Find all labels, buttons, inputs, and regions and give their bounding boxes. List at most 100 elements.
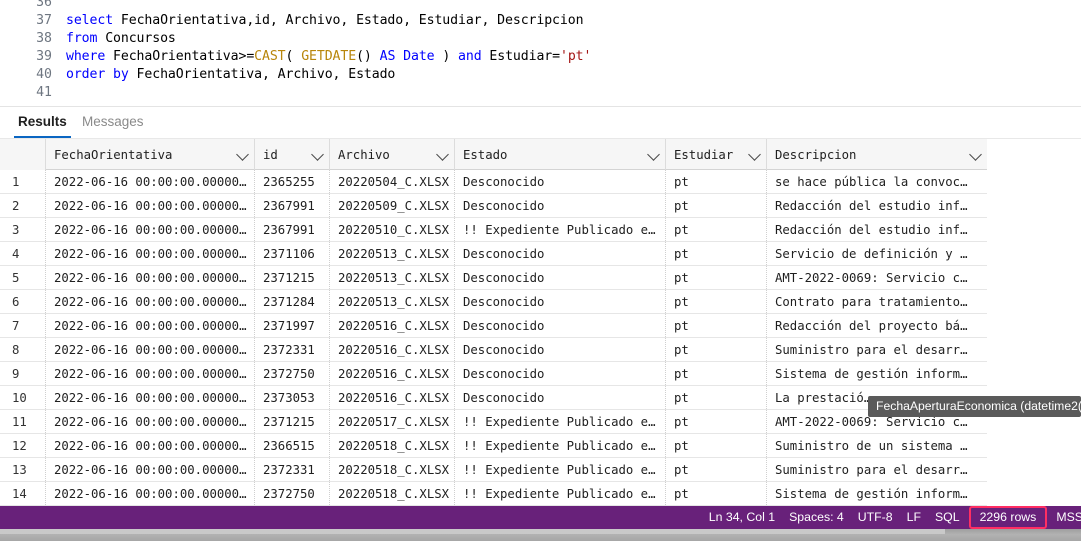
cell-archivo[interactable]: 20220518_C.XLSX: [330, 458, 455, 481]
cell-descripcion[interactable]: Contrato para tratamiento…: [767, 290, 987, 313]
code-line[interactable]: 38 from Concursos: [0, 30, 1081, 48]
cell-estudiar[interactable]: pt: [666, 242, 767, 265]
status-bar-item[interactable]: LF: [900, 506, 928, 529]
cell-id[interactable]: 2372750: [255, 482, 330, 505]
cell-id[interactable]: 2367991: [255, 194, 330, 217]
tab-messages[interactable]: Messages: [78, 111, 148, 138]
cell-id[interactable]: 2367991: [255, 218, 330, 241]
cell-estado[interactable]: Desconocido: [455, 386, 666, 409]
table-row[interactable]: 6 2022-06-16 00:00:00.00000… 2371284 202205…: [0, 290, 987, 314]
cell-archivo[interactable]: 20220518_C.XLSX: [330, 434, 455, 457]
cell-id[interactable]: 2371106: [255, 242, 330, 265]
cell-id[interactable]: 2371284: [255, 290, 330, 313]
cell-descripcion[interactable]: Redacción del estudio inf…: [767, 194, 987, 217]
sql-code-editor[interactable]: 36 37 select FechaOrientativa,id, Archivo,…: [0, 0, 1081, 107]
cell-id[interactable]: 2373053: [255, 386, 330, 409]
cell-archivo[interactable]: 20220516_C.XLSX: [330, 386, 455, 409]
chevron-down-icon[interactable]: [311, 147, 324, 161]
cell-archivo[interactable]: 20220517_C.XLSX: [330, 410, 455, 433]
cell-descripcion[interactable]: Suministro para el desarr…: [767, 338, 987, 361]
cell-id[interactable]: 2371215: [255, 266, 330, 289]
column-header-id[interactable]: id: [255, 139, 330, 170]
cell-id[interactable]: 2371997: [255, 314, 330, 337]
cell-estado[interactable]: !! Expediente Publicado e…: [455, 434, 666, 457]
cell-fecha[interactable]: 2022-06-16 00:00:00.00000…: [46, 194, 255, 217]
cell-fecha[interactable]: 2022-06-16 00:00:00.00000…: [46, 434, 255, 457]
cell-estado[interactable]: Desconocido: [455, 338, 666, 361]
cell-fecha[interactable]: 2022-06-16 00:00:00.00000…: [46, 290, 255, 313]
cell-fecha[interactable]: 2022-06-16 00:00:00.00000…: [46, 266, 255, 289]
status-bar-item[interactable]: UTF-8: [851, 506, 900, 529]
cell-estudiar[interactable]: pt: [666, 362, 767, 385]
horizontal-scrollbar[interactable]: [0, 529, 1081, 541]
status-bar-item[interactable]: MSS: [1049, 506, 1081, 529]
cell-archivo[interactable]: 20220516_C.XLSX: [330, 362, 455, 385]
table-row[interactable]: 14 2022-06-16 00:00:00.00000… 2372750 20220…: [0, 482, 987, 506]
table-row[interactable]: 11 2022-06-16 00:00:00.00000… 2371215 20220…: [0, 410, 987, 434]
cell-descripcion[interactable]: Sistema de gestión inform…: [767, 362, 987, 385]
cell-estado[interactable]: !! Expediente Publicado e…: [455, 458, 666, 481]
code-line[interactable]: 36: [0, 0, 1081, 12]
cell-descripcion[interactable]: se hace pública la convoc…: [767, 170, 987, 193]
cell-estudiar[interactable]: pt: [666, 410, 767, 433]
cell-descripcion[interactable]: Suministro de un sistema …: [767, 434, 987, 457]
cell-estudiar[interactable]: pt: [666, 482, 767, 505]
column-header-estado[interactable]: Estado: [455, 139, 666, 170]
cell-estudiar[interactable]: pt: [666, 218, 767, 241]
cell-fecha[interactable]: 2022-06-16 00:00:00.00000…: [46, 170, 255, 193]
table-row[interactable]: 8 2022-06-16 00:00:00.00000… 2372331 202205…: [0, 338, 987, 362]
cell-estado[interactable]: !! Expediente Publicado e…: [455, 482, 666, 505]
cell-estado[interactable]: Desconocido: [455, 266, 666, 289]
table-row[interactable]: 2 2022-06-16 00:00:00.00000… 2367991 202205…: [0, 194, 987, 218]
cell-fecha[interactable]: 2022-06-16 00:00:00.00000…: [46, 242, 255, 265]
cell-id[interactable]: 2371215: [255, 410, 330, 433]
chevron-down-icon[interactable]: [236, 147, 249, 161]
chevron-down-icon[interactable]: [748, 147, 761, 161]
cell-fecha[interactable]: 2022-06-16 00:00:00.00000…: [46, 482, 255, 505]
cell-fecha[interactable]: 2022-06-16 00:00:00.00000…: [46, 386, 255, 409]
cell-estado[interactable]: !! Expediente Publicado e…: [455, 218, 666, 241]
column-header-fecha[interactable]: FechaOrientativa: [46, 139, 255, 170]
cell-archivo[interactable]: 20220516_C.XLSX: [330, 314, 455, 337]
status-bar-item[interactable]: Spaces: 4: [782, 506, 851, 529]
table-row[interactable]: 12 2022-06-16 00:00:00.00000… 2366515 20220…: [0, 434, 987, 458]
cell-id[interactable]: 2372331: [255, 458, 330, 481]
cell-id[interactable]: 2365255: [255, 170, 330, 193]
cell-estudiar[interactable]: pt: [666, 290, 767, 313]
table-row[interactable]: 7 2022-06-16 00:00:00.00000… 2371997 202205…: [0, 314, 987, 338]
cell-estado[interactable]: Desconocido: [455, 314, 666, 337]
table-row[interactable]: 10 2022-06-16 00:00:00.00000… 2373053 20220…: [0, 386, 987, 410]
cell-estado[interactable]: Desconocido: [455, 194, 666, 217]
chevron-down-icon[interactable]: [969, 147, 982, 161]
status-bar-item[interactable]: SQL: [928, 506, 967, 529]
horizontal-scrollbar-thumb[interactable]: [0, 529, 945, 534]
cell-estudiar[interactable]: pt: [666, 314, 767, 337]
cell-id[interactable]: 2366515: [255, 434, 330, 457]
table-row[interactable]: 9 2022-06-16 00:00:00.00000… 2372750 202205…: [0, 362, 987, 386]
cell-archivo[interactable]: 20220513_C.XLSX: [330, 242, 455, 265]
status-bar-item[interactable]: 2296 rows: [968, 506, 1048, 529]
column-header-archivo[interactable]: Archivo: [330, 139, 455, 170]
code-line[interactable]: 41: [0, 84, 1081, 102]
chevron-down-icon[interactable]: [647, 147, 660, 161]
column-header-descripcion[interactable]: Descripcion: [767, 139, 987, 170]
cell-descripcion[interactable]: Redacción del proyecto bá…: [767, 314, 987, 337]
cell-estado[interactable]: Desconocido: [455, 242, 666, 265]
cell-estudiar[interactable]: pt: [666, 338, 767, 361]
cell-estudiar[interactable]: pt: [666, 386, 767, 409]
cell-fecha[interactable]: 2022-06-16 00:00:00.00000…: [46, 218, 255, 241]
cell-estado[interactable]: Desconocido: [455, 290, 666, 313]
status-bar-item[interactable]: Ln 34, Col 1: [702, 506, 782, 529]
cell-fecha[interactable]: 2022-06-16 00:00:00.00000…: [46, 314, 255, 337]
results-grid[interactable]: FechaOrientativa id Archivo Estado Estudiar D…: [0, 139, 987, 506]
cell-fecha[interactable]: 2022-06-16 00:00:00.00000…: [46, 458, 255, 481]
cell-fecha[interactable]: 2022-06-16 00:00:00.00000…: [46, 410, 255, 433]
table-row[interactable]: 3 2022-06-16 00:00:00.00000… 2367991 202205…: [0, 218, 987, 242]
chevron-down-icon[interactable]: [436, 147, 449, 161]
cell-estado[interactable]: Desconocido: [455, 170, 666, 193]
cell-descripcion[interactable]: Redacción del estudio inf…: [767, 218, 987, 241]
cell-estudiar[interactable]: pt: [666, 194, 767, 217]
cell-estudiar[interactable]: pt: [666, 170, 767, 193]
cell-archivo[interactable]: 20220510_C.XLSX: [330, 218, 455, 241]
cell-estudiar[interactable]: pt: [666, 266, 767, 289]
